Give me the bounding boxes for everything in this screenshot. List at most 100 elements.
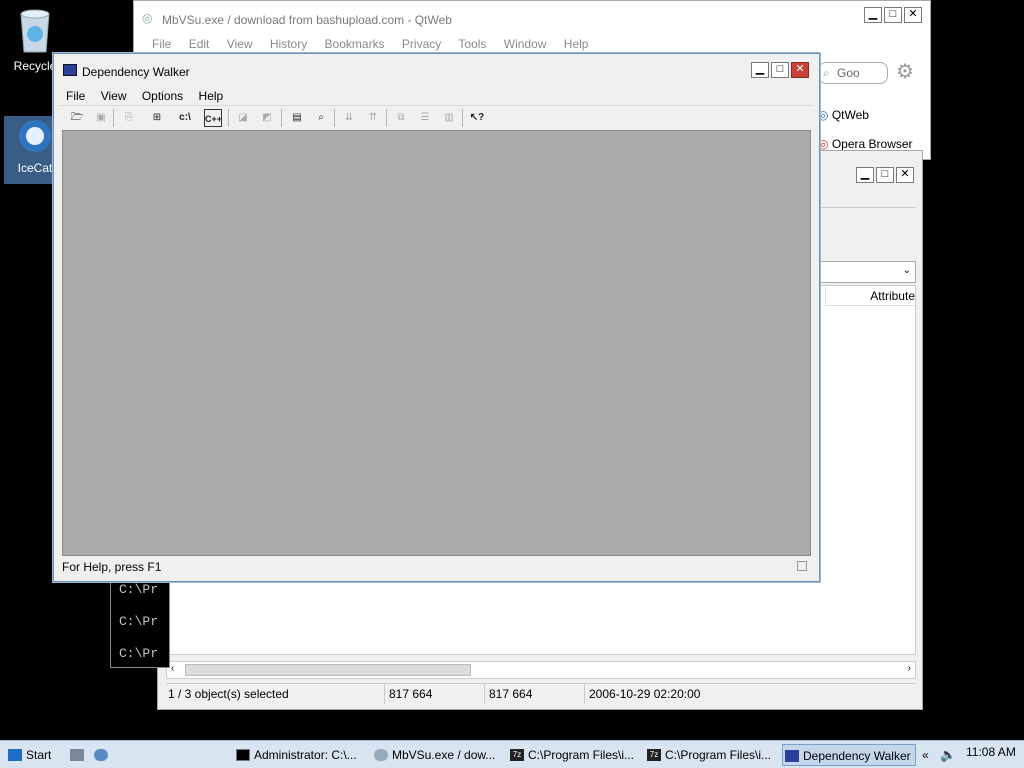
browser-icon	[94, 749, 108, 761]
status-size-1: 817 664	[384, 684, 432, 704]
qtweb-menu-file[interactable]: File	[152, 37, 171, 51]
taskbar: Start Administrator: C:\... MbVSu.exe / …	[0, 740, 1024, 768]
depwalk-maximize-button[interactable]: □	[771, 62, 789, 78]
depwalk-mdi-client[interactable]	[62, 130, 811, 556]
explorer-path-combo[interactable]: ⌄	[820, 261, 916, 283]
highlight-import-icon[interactable]: ◪	[234, 109, 252, 127]
qtweb-menu-help[interactable]: Help	[564, 37, 589, 51]
quicklaunch-browser[interactable]	[92, 744, 112, 766]
taskbar-item-cmd[interactable]: Administrator: C:\...	[234, 744, 368, 766]
full-paths-icon[interactable]: c:\	[176, 109, 194, 127]
qtweb-menu-edit[interactable]: Edit	[189, 37, 210, 51]
context-help-icon[interactable]: ↖?	[468, 109, 486, 127]
depwalk-menu-view[interactable]: View	[95, 86, 133, 106]
depwalk-taskbar-icon	[785, 750, 799, 762]
bookmark-opera-label: Opera Browser	[831, 137, 913, 151]
qtweb-logo-icon: ◎	[142, 11, 153, 25]
console-line: C:\Pr	[119, 646, 159, 661]
qtweb-close-button[interactable]: ✕	[904, 7, 922, 23]
taskbar-item-label: C:\Program Files\i...	[665, 748, 772, 762]
qtweb-search-input[interactable]: ⌕ Goo	[818, 62, 888, 84]
scrollbar-thumb[interactable]	[185, 664, 471, 676]
toolbar-separator	[462, 109, 463, 127]
qtweb-menu-tools[interactable]: Tools	[458, 37, 486, 51]
start-label: Start	[26, 748, 52, 762]
qtweb-menu-window[interactable]: Window	[504, 37, 547, 51]
qtweb-minimize-button[interactable]: ▁	[864, 7, 882, 23]
copy-icon[interactable]: ⎘	[120, 109, 138, 127]
console-window[interactable]: C:\Pr C:\Pr C:\Pr	[110, 580, 170, 668]
properties-icon[interactable]: ▤	[288, 109, 306, 127]
qtweb-menu-history[interactable]: History	[270, 37, 307, 51]
depwalk-minimize-button[interactable]: ▁	[751, 62, 769, 78]
depwalk-menu-file[interactable]: File	[60, 86, 91, 106]
qtweb-title: MbVSu.exe / download from bashupload.com…	[162, 13, 452, 27]
view-module-icon[interactable]: ⌕	[312, 109, 330, 127]
status-date: 2006-10-29 02:20:00	[584, 684, 700, 704]
tray-expand-button[interactable]: «	[922, 744, 936, 766]
taskbar-item-depwalk[interactable]: Dependency Walker	[782, 744, 916, 766]
dependency-walker-window[interactable]: Dependency Walker ▁ □ ✕ File View Option…	[53, 53, 820, 582]
depwalk-title: Dependency Walker	[82, 65, 190, 79]
resize-grip-icon[interactable]	[797, 561, 807, 571]
taskbar-item-qtweb[interactable]: MbVSu.exe / dow...	[372, 744, 502, 766]
qtweb-settings-icon[interactable]: ⚙	[896, 59, 914, 84]
windows-logo-icon	[8, 749, 22, 761]
depwalk-menu-options[interactable]: Options	[136, 86, 189, 106]
recycle-bin-glyph	[20, 9, 50, 53]
cascade-icon[interactable]: ⧉	[392, 109, 410, 127]
console-line: C:\Pr	[119, 582, 159, 597]
depwalk-menubar: File View Options Help	[60, 86, 813, 106]
taskbar-item-label: Administrator: C:\...	[254, 748, 357, 762]
tile-vertical-icon[interactable]: ▥	[440, 109, 458, 127]
volume-icon[interactable]: 🔈	[940, 744, 962, 766]
scroll-right-icon[interactable]: ›	[908, 663, 911, 674]
clock[interactable]: 11:08 AM	[966, 742, 1018, 764]
chevron-down-icon: ⌄	[902, 265, 911, 276]
bookmark-opera[interactable]: ◎ Opera Browser	[818, 137, 913, 151]
toolbar-separator	[281, 109, 282, 127]
depwalk-close-button[interactable]: ✕	[791, 62, 809, 78]
depwalk-titlebar[interactable]: Dependency Walker ▁ □ ✕	[54, 54, 819, 86]
sevenzip-icon: 7z	[647, 749, 661, 761]
quicklaunch-server-manager[interactable]	[68, 744, 88, 766]
start-button[interactable]: Start	[6, 744, 54, 766]
explorer-minimize-button[interactable]: ▁	[856, 167, 874, 183]
qtweb-maximize-button[interactable]: □	[884, 7, 902, 23]
taskbar-item-label: MbVSu.exe / dow...	[392, 748, 496, 762]
expand-all-icon[interactable]: ⇊	[340, 109, 358, 127]
icecat-icon	[19, 120, 51, 152]
taskbar-item-7zip-2[interactable]: 7z C:\Program Files\i...	[645, 744, 777, 766]
qtweb-search-icon: ⌕	[823, 66, 830, 80]
tile-horizontal-icon[interactable]: ☰	[416, 109, 434, 127]
save-icon[interactable]: ▣	[92, 109, 110, 127]
status-size-2: 817 664	[484, 684, 532, 704]
toolbar-separator	[113, 109, 114, 127]
toolbar-separator	[228, 109, 229, 127]
bookmark-qtweb[interactable]: ◎ QtWeb	[818, 108, 869, 122]
horizontal-scrollbar[interactable]: ‹ ›	[166, 661, 916, 679]
qtweb-menu-view[interactable]: View	[227, 37, 253, 51]
explorer-divider	[820, 207, 916, 208]
depwalk-status-text: For Help, press F1	[62, 560, 162, 574]
explorer-close-button[interactable]: ✕	[896, 167, 914, 183]
depwalk-menu-help[interactable]: Help	[193, 86, 230, 106]
open-folder-icon[interactable]: 🗁	[68, 109, 86, 127]
qtweb-taskbar-icon	[374, 749, 388, 761]
highlight-export-icon[interactable]: ◩	[258, 109, 276, 127]
qtweb-search-placeholder: Goo	[837, 66, 860, 80]
qtweb-menu-bookmarks[interactable]: Bookmarks	[325, 37, 385, 51]
collapse-all-icon[interactable]: ⇈	[364, 109, 382, 127]
module-tree-icon[interactable]: ⊞	[148, 109, 166, 127]
taskbar-item-7zip-1[interactable]: 7z C:\Program Files\i...	[508, 744, 640, 766]
cmd-icon	[236, 749, 250, 761]
undecorate-cpp-icon[interactable]: C++	[204, 109, 222, 127]
qtweb-menu-privacy[interactable]: Privacy	[402, 37, 441, 51]
tray-chevron-icon: «	[922, 748, 929, 762]
scroll-left-icon[interactable]: ‹	[171, 663, 174, 674]
attribute-column-header[interactable]: Attribute	[825, 286, 917, 306]
bookmark-qtweb-label: QtWeb	[831, 108, 869, 122]
toolbar-separator	[386, 109, 387, 127]
taskbar-item-label: Dependency Walker	[803, 749, 911, 763]
explorer-maximize-button[interactable]: □	[876, 167, 894, 183]
